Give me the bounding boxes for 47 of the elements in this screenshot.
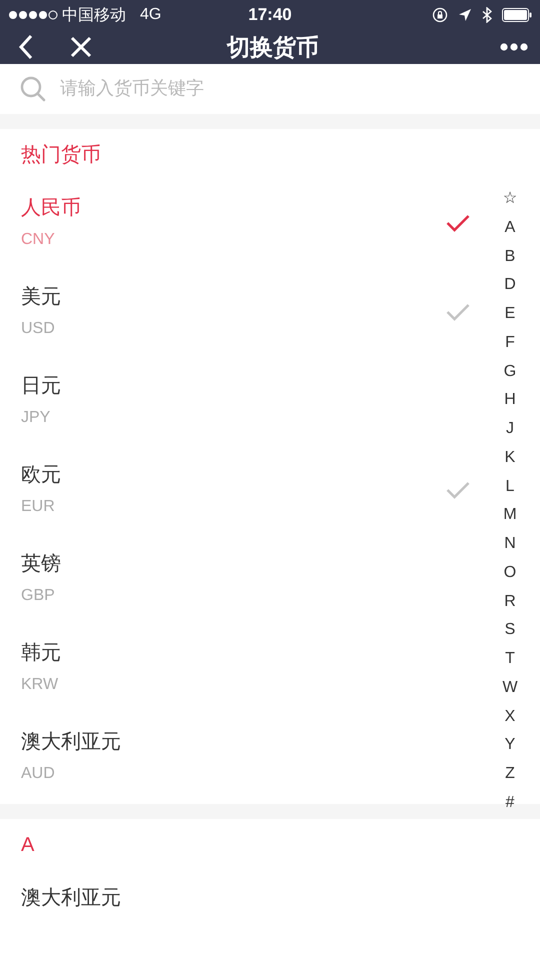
status-time: 17:40: [248, 5, 292, 26]
carrier-name: 中国移动: [62, 6, 126, 26]
index-letter[interactable]: J: [506, 415, 514, 444]
index-letter[interactable]: D: [504, 271, 516, 300]
more-icon[interactable]: [500, 43, 528, 52]
index-letter[interactable]: R: [504, 588, 516, 616]
rotation-lock-icon: [432, 7, 448, 24]
index-letter[interactable]: H: [504, 386, 516, 415]
section-header: 热门货币: [20, 143, 102, 168]
close-icon[interactable]: [70, 36, 92, 58]
currency-name[interactable]: 美元: [21, 283, 61, 311]
index-letter[interactable]: N: [504, 530, 516, 559]
currency-name[interactable]: 韩元: [21, 639, 61, 667]
index-letter[interactable]: E: [504, 300, 516, 329]
currency-name[interactable]: 欧元: [21, 461, 61, 489]
index-letter[interactable]: #: [506, 788, 514, 818]
currency-name[interactable]: 澳大利亚元: [21, 728, 121, 756]
index-letter[interactable]: Z: [505, 760, 515, 789]
index-letter[interactable]: Y: [504, 731, 516, 760]
index-letter[interactable]: O: [504, 558, 516, 588]
index-letter[interactable]: F: [505, 328, 515, 358]
currency-name[interactable]: 日元: [21, 372, 61, 400]
index-letter[interactable]: ☆: [502, 185, 518, 214]
index-letter[interactable]: A: [504, 214, 516, 242]
currency-name[interactable]: 英镑: [21, 550, 61, 578]
index-letter[interactable]: M: [503, 501, 517, 530]
currency-name[interactable]: 人民币: [21, 194, 81, 222]
index-letter[interactable]: S: [504, 616, 516, 645]
search-field[interactable]: 请输入货币关键字: [58, 77, 520, 100]
index-letter[interactable]: L: [506, 472, 514, 502]
bluetooth-icon: [482, 7, 492, 24]
back-icon[interactable]: [18, 34, 34, 60]
section-header: A: [20, 833, 36, 858]
index-letter[interactable]: K: [504, 444, 516, 472]
index-letter[interactable]: X: [504, 702, 516, 732]
location-icon: [458, 8, 472, 22]
index-letter[interactable]: B: [504, 242, 516, 272]
currency-name[interactable]: 澳大利亚元: [21, 884, 121, 912]
search-icon: [20, 76, 46, 102]
page-title: 切换货币: [227, 32, 319, 62]
index-letter[interactable]: T: [505, 645, 515, 674]
search-bar[interactable]: 请输入货币关键字: [0, 64, 540, 114]
battery-icon: [502, 8, 532, 22]
signal-icon: [8, 9, 58, 22]
index-letter[interactable]: W: [502, 674, 518, 702]
index-letter[interactable]: G: [504, 358, 516, 386]
network-type: 4G: [140, 6, 162, 24]
